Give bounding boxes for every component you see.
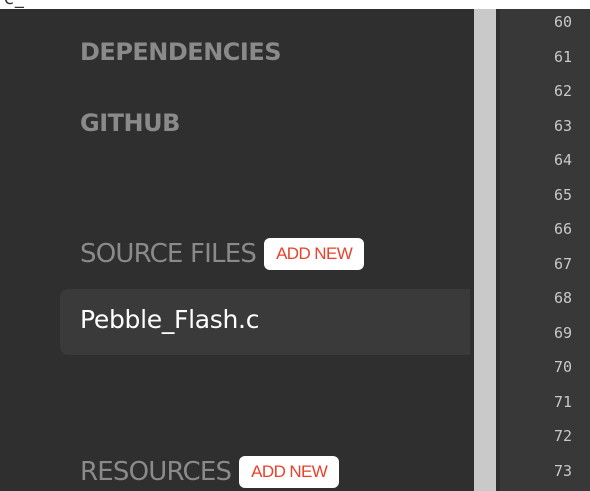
line-number: 64 <box>554 151 573 169</box>
source-files-header: SOURCE FILES ADD NEW <box>80 237 365 271</box>
add-resource-button[interactable]: ADD NEW <box>239 456 340 488</box>
add-source-file-button[interactable]: ADD NEW <box>264 238 365 270</box>
line-number: 72 <box>554 427 573 445</box>
line-number: 67 <box>554 254 573 273</box>
line-number: 71 <box>554 392 573 411</box>
source-files-heading: SOURCE FILES <box>80 239 257 269</box>
line-number: 66 <box>554 220 573 238</box>
line-number: 70 <box>554 358 573 376</box>
project-sidebar: DEPENDENCIES GITHUB SOURCE FILES ADD NEW… <box>0 9 470 491</box>
code-editor[interactable]: 60 61 62 63 64 65 66 67 68 69 70 71 72 73 <box>500 9 590 491</box>
resources-header: RESOURCES ADD NEW <box>80 455 340 489</box>
line-number: 62 <box>554 82 573 100</box>
line-number: 69 <box>554 323 573 342</box>
line-number: 63 <box>554 116 573 135</box>
sidebar-scrollbar-thumb[interactable] <box>474 9 496 491</box>
line-number-gutter: 60 61 62 63 64 65 66 67 68 69 70 71 72 73 <box>500 9 590 491</box>
sidebar-item-github[interactable]: GITHUB <box>80 109 180 137</box>
top-strip-text: c_ <box>4 0 25 9</box>
line-number: 61 <box>554 47 573 66</box>
resources-heading: RESOURCES <box>80 457 232 487</box>
sidebar-item-dependencies[interactable]: DEPENDENCIES <box>80 38 282 66</box>
line-number: 68 <box>554 289 573 307</box>
top-strip: c_ <box>0 0 590 9</box>
source-file-label: Pebble_Flash.c <box>80 305 260 334</box>
line-number: 60 <box>554 13 573 31</box>
line-number: 65 <box>554 185 573 204</box>
line-number: 73 <box>554 461 573 480</box>
source-file-item[interactable]: Pebble_Flash.c <box>60 289 470 355</box>
